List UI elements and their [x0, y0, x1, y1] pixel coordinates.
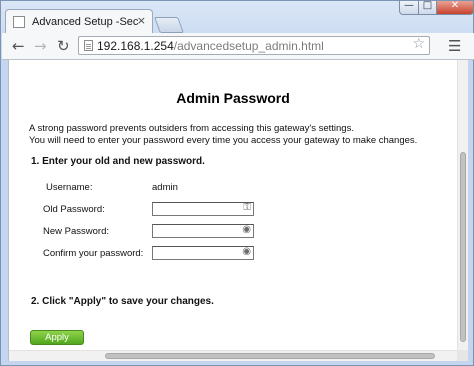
maximize-button[interactable]: □: [418, 0, 437, 15]
horizontal-scrollbar[interactable]: [9, 350, 457, 361]
intro-line-2: You will need to enter your password eve…: [29, 135, 418, 146]
password-eye-icon[interactable]: ◉: [242, 246, 251, 257]
vertical-scrollbar[interactable]: [457, 60, 468, 350]
confirm-password-field[interactable]: ◉: [152, 246, 254, 260]
page-content: Admin Password A strong password prevent…: [9, 60, 457, 348]
page-title: Admin Password: [176, 90, 290, 106]
scrollbar-corner: [457, 350, 468, 361]
confirm-password-label: Confirm your password:: [43, 248, 144, 259]
horizontal-scroll-thumb[interactable]: [105, 353, 435, 359]
url-host: 192.168.1.254: [97, 39, 174, 53]
url-text[interactable]: 192.168.1.254/advancedsetup_admin.html: [97, 39, 324, 53]
address-bar[interactable]: 192.168.1.254/advancedsetup_admin.html ☆: [78, 36, 430, 55]
key-icon[interactable]: ⚿: [243, 202, 251, 213]
username-value: admin: [152, 182, 178, 193]
page-icon: [84, 40, 93, 51]
old-password-label: Old Password:: [43, 204, 105, 215]
step-2-heading: 2. Click "Apply" to save your changes.: [31, 296, 214, 307]
new-password-field[interactable]: ◉: [152, 224, 254, 238]
password-eye-icon[interactable]: ◉: [242, 224, 251, 235]
close-window-button[interactable]: ✕: [436, 0, 474, 15]
old-password-field[interactable]: ⚿: [152, 202, 254, 216]
url-path: /advancedsetup_admin.html: [173, 39, 324, 53]
vertical-scroll-thumb[interactable]: [460, 152, 466, 342]
back-arrow-icon[interactable]: ←: [12, 37, 25, 55]
new-password-label: New Password:: [43, 226, 109, 237]
page-icon: [13, 16, 25, 28]
username-label: Username:: [46, 182, 93, 193]
browser-toolbar: ← → ↻ 192.168.1.254/advancedsetup_admin.…: [2, 33, 474, 60]
page-viewport: Admin Password A strong password prevent…: [8, 60, 468, 361]
apply-button[interactable]: Apply: [30, 330, 84, 345]
intro-text: A strong password prevents outsiders fro…: [29, 123, 417, 147]
close-tab-icon[interactable]: ×: [137, 14, 146, 27]
step-1-heading: 1. Enter your old and new password.: [31, 156, 205, 167]
reload-icon[interactable]: ↻: [57, 37, 70, 55]
browser-window: — □ ✕ Advanced Setup -Security × ← → ↻ 1…: [0, 0, 474, 366]
minimize-button[interactable]: —: [399, 0, 419, 15]
tab-title: Advanced Setup -Security: [32, 16, 138, 28]
bookmark-star-icon[interactable]: ☆: [412, 36, 425, 52]
forward-arrow-icon[interactable]: →: [34, 37, 47, 55]
menu-icon[interactable]: ☰: [448, 37, 461, 55]
intro-line-1: A strong password prevents outsiders fro…: [29, 123, 354, 134]
new-tab-button[interactable]: [154, 17, 184, 33]
browser-tab[interactable]: Advanced Setup -Security ×: [5, 9, 153, 34]
